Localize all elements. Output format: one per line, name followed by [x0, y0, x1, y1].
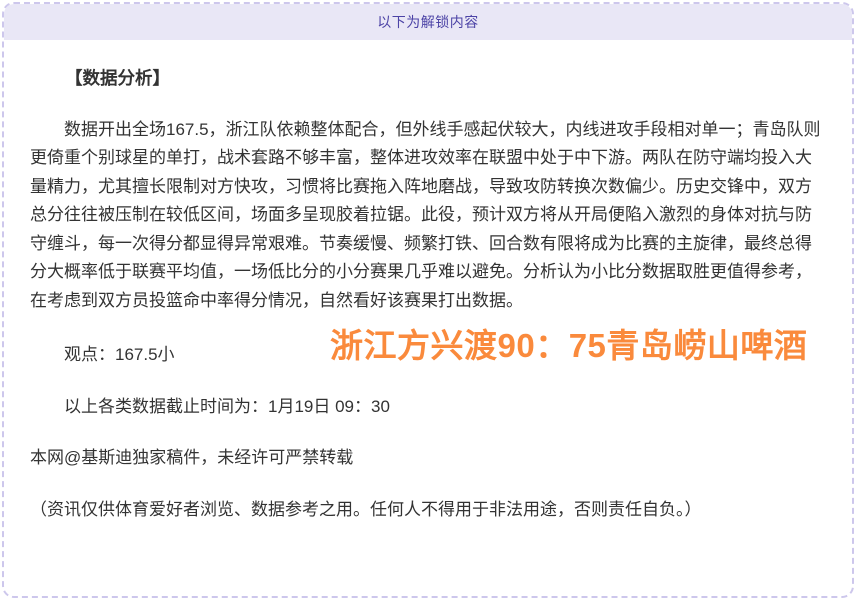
analysis-paragraph: 数据开出全场167.5，浙江队依赖整体配合，但外线手感起伏较大，内线进攻手段相对… — [30, 116, 826, 316]
unlock-banner-label: 以下为解锁内容 — [377, 12, 479, 32]
section-title: 【数据分析】 — [30, 64, 826, 93]
unlock-banner: 以下为解锁内容 — [4, 4, 852, 40]
score-watermark: 浙江方兴渡90：75青岛崂山啤酒 — [330, 332, 807, 361]
disclaimer-line: （资讯仅供体育爱好者浏览、数据参考之用。任何人不得用于非法用途，否则责任自负。） — [30, 496, 826, 525]
unlocked-content-panel: 以下为解锁内容 【数据分析】 数据开出全场167.5，浙江队依赖整体配合，但外线… — [2, 2, 854, 598]
data-cutoff-line: 以上各类数据截止时间为：1月19日 09：30 — [30, 393, 826, 422]
copyright-line: 本网@基斯迪独家稿件，未经许可严禁转载 — [30, 444, 826, 473]
article-content: 【数据分析】 数据开出全场167.5，浙江队依赖整体配合，但外线手感起伏较大，内… — [4, 40, 852, 524]
